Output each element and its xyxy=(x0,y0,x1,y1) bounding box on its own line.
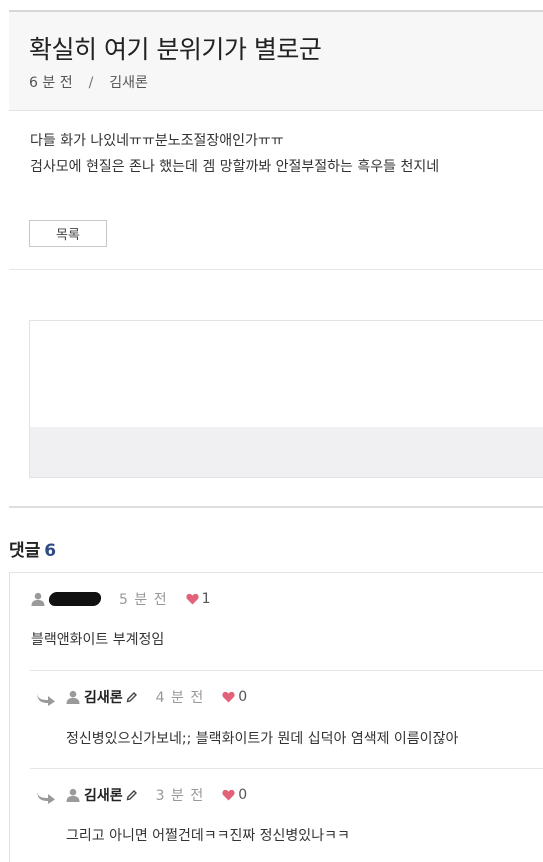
embed-box-footer xyxy=(30,427,543,477)
comments-list xyxy=(9,572,543,862)
post-meta: 6 분 전 / 김새론 xyxy=(29,72,148,92)
comment-divider xyxy=(30,768,543,769)
comments-count: 6 xyxy=(44,541,57,561)
heart-icon[interactable] xyxy=(222,691,235,703)
reply-author[interactable]: 김새론 xyxy=(84,785,123,805)
post-body: 다들 화가 나있네ㅠㅠ분노조절장애인가ㅠㅠ 검사모에 현질은 존나 했는데 겜 … xyxy=(30,128,439,180)
reply-time: 4 분 전 xyxy=(155,690,205,706)
comments-heading: 댓글 6 xyxy=(9,536,56,561)
post-body-line: 검사모에 현질은 존나 했는데 겜 망할까봐 안절부절하는 흑우들 천지네 xyxy=(30,159,440,175)
comment-time: 5 분 전 xyxy=(119,592,168,608)
comments-heading-label: 댓글 xyxy=(9,541,41,561)
reply-likes: 0 xyxy=(238,787,248,803)
comment-likes: 1 xyxy=(201,591,211,607)
reply-body: 그리고 아니면 어쩔건데ㅋㅋ진짜 정신병있나ㅋㅋ xyxy=(66,828,350,844)
heart-icon[interactable] xyxy=(186,593,199,605)
reply-arrow-icon xyxy=(37,789,55,804)
reply-likes: 0 xyxy=(238,689,248,705)
meta-separator: / xyxy=(88,75,94,91)
reply-header: 김새론 4 분 전 0 xyxy=(66,687,247,707)
divider xyxy=(9,506,543,508)
post-title: 확실히 여기 분위기가 별로군 xyxy=(29,35,322,64)
divider xyxy=(9,269,543,270)
reply-body: 정신병있으신가보네;; 블랙화이트가 뭔데 십덕아 염색제 이름이잖아 xyxy=(66,731,459,747)
list-button[interactable]: 목록 xyxy=(29,220,107,247)
reply-arrow-icon xyxy=(37,691,55,706)
comment-body: 블랙앤화이트 부계정임 xyxy=(31,632,165,648)
reply-time: 3 분 전 xyxy=(155,788,205,804)
user-icon xyxy=(31,592,45,606)
pencil-icon xyxy=(126,692,137,703)
redacted-author xyxy=(48,592,102,606)
post-time: 6 분 전 xyxy=(29,75,73,91)
post-header: 확실히 여기 분위기가 별로군 6 분 전 / 김새론 xyxy=(9,10,543,111)
post-body-line: 다들 화가 나있네ㅠㅠ분노조절장애인가ㅠㅠ xyxy=(30,133,284,149)
reply-author[interactable]: 김새론 xyxy=(84,687,123,707)
post-author[interactable]: 김새론 xyxy=(109,75,148,91)
comment-header: 5 분 전 1 xyxy=(31,589,211,609)
pencil-icon xyxy=(126,790,137,801)
user-icon xyxy=(66,788,80,802)
user-icon xyxy=(66,690,80,704)
reply-header: 김새론 3 분 전 0 xyxy=(66,785,247,805)
embed-box xyxy=(29,320,543,478)
comment-divider xyxy=(30,670,543,671)
heart-icon[interactable] xyxy=(222,789,235,801)
